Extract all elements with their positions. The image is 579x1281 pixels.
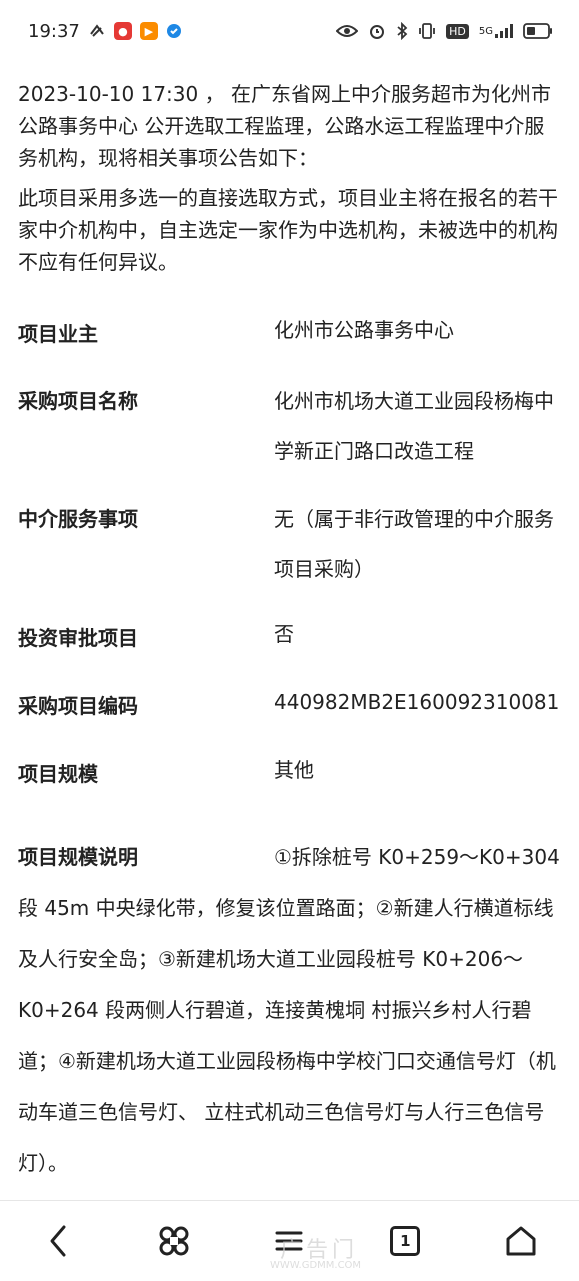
- app-red-icon: ●: [113, 22, 132, 40]
- vibrate-icon: [418, 22, 436, 40]
- status-bar: 19:37 ● ▶ HD 5G: [0, 0, 579, 62]
- detail-row-project-code: 采购项目编码 440982MB2E160092310081: [18, 690, 563, 720]
- detail-label: 中介服务事项: [18, 507, 138, 531]
- status-left: 19:37 ● ▶: [28, 21, 182, 42]
- detail-label: 采购项目编码: [18, 694, 138, 718]
- home-icon: [506, 1226, 536, 1256]
- menu-icon: [275, 1231, 303, 1251]
- detail-value: 化州市公路事务中心: [274, 318, 454, 342]
- home-button[interactable]: [491, 1211, 551, 1271]
- app-orange-icon: ▶: [139, 22, 158, 40]
- detail-value: 否: [274, 622, 294, 646]
- announcement-intro: 2023-10-10 17:30 ， 在广东省网上中介服务超市为化州市公路事务中…: [18, 78, 563, 278]
- hd-icon: HD: [446, 23, 469, 39]
- intro-paragraph-2: 此项目采用多选一的直接选取方式，项目业主将在报名的若干家中介机构中，自主选定一家…: [18, 186, 558, 274]
- intro-paragraph-1: 2023-10-10 17:30 ， 在广东省网上中介服务超市为化州市公路事务中…: [18, 82, 551, 170]
- tabs-button[interactable]: 1: [375, 1211, 435, 1271]
- 5g-signal-icon: 5G: [479, 24, 513, 38]
- alarm-icon: [368, 22, 386, 40]
- detail-row-project-name: 采购项目名称 化州市机场大道工业园段杨梅中学新正门路口改造工程: [18, 376, 563, 466]
- app-blue-icon: [166, 23, 182, 39]
- tabs-icon: 1: [390, 1226, 421, 1256]
- status-time: 19:37: [28, 20, 80, 42]
- back-button[interactable]: [28, 1211, 88, 1271]
- shortcuts-icon: [159, 1226, 189, 1256]
- detail-label: 项目规模说明: [18, 845, 138, 869]
- detail-row-scale-description: 项目规模说明 ①拆除桩号 K0+259～K0+304 段 45m 中央绿化带，修复…: [18, 832, 566, 1189]
- detail-row-scale: 项目规模 其他: [18, 758, 563, 788]
- app-notification-icon: [88, 22, 106, 40]
- battery-icon: [523, 23, 553, 39]
- detail-row-approval: 投资审批项目 否: [18, 622, 563, 652]
- back-icon: [50, 1225, 66, 1257]
- detail-label: 项目业主: [18, 322, 98, 346]
- detail-value: 其他: [274, 758, 314, 782]
- detail-value: 440982MB2E160092310081: [274, 690, 560, 714]
- detail-value: 无（属于非行政管理的中介服务项目采购）: [274, 507, 554, 581]
- eye-icon: [336, 24, 359, 38]
- bluetooth-icon: [396, 22, 408, 40]
- detail-value: ①拆除桩号 K0+259～K0+304 段 45m 中央绿化带，修复该位置路面；…: [18, 845, 560, 1175]
- detail-label: 项目规模: [18, 762, 98, 786]
- detail-label: 投资审批项目: [18, 626, 138, 650]
- detail-label: 采购项目名称: [18, 389, 138, 413]
- detail-row-owner: 项目业主 化州市公路事务中心: [18, 318, 563, 360]
- tab-count: 1: [400, 1232, 411, 1250]
- menu-button[interactable]: [259, 1211, 319, 1271]
- detail-value: 化州市机场大道工业园段杨梅中学新正门路口改造工程: [274, 389, 554, 463]
- bottom-nav-bar: 1: [0, 1200, 579, 1281]
- detail-row-service-item: 中介服务事项 无（属于非行政管理的中介服务项目采购）: [18, 494, 563, 584]
- shortcuts-button[interactable]: [144, 1211, 204, 1271]
- status-right: HD 5G: [336, 22, 553, 40]
- network-type-label: 5G: [478, 25, 493, 37]
